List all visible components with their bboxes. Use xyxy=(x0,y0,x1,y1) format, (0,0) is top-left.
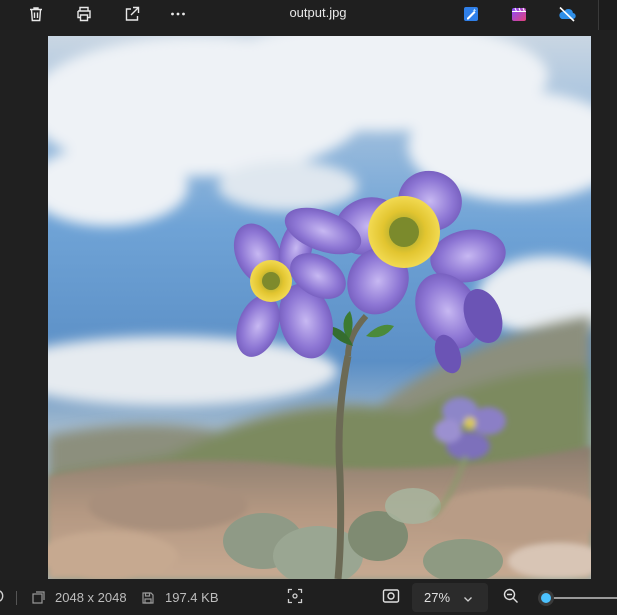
clipchamp-icon xyxy=(510,5,528,23)
file-size: 197.4 KB xyxy=(165,590,219,605)
window-edge xyxy=(598,0,617,30)
status-divider xyxy=(16,580,17,615)
more-options-icon xyxy=(169,5,187,23)
zoom-out-button[interactable] xyxy=(501,580,521,615)
onedrive-button[interactable] xyxy=(553,2,581,26)
file-title: output.jpg xyxy=(289,5,347,20)
zoom-out-icon xyxy=(503,588,519,607)
fit-to-window-icon xyxy=(287,588,303,607)
edit-image-icon xyxy=(462,5,480,23)
image-dimensions: 2048 x 2048 xyxy=(55,590,127,605)
fit-to-window-button[interactable] xyxy=(284,580,306,615)
zoom-slider-thumb[interactable] xyxy=(538,590,554,606)
print-button[interactable] xyxy=(70,2,98,26)
actual-size-icon xyxy=(382,588,400,607)
print-icon xyxy=(75,5,93,23)
image-viewer[interactable] xyxy=(0,30,617,580)
edit-image-button[interactable] xyxy=(457,2,485,26)
actual-size-button[interactable] xyxy=(380,580,402,615)
zoom-dropdown[interactable]: 27% xyxy=(412,583,488,612)
dimensions-icon xyxy=(31,580,46,615)
onedrive-icon xyxy=(557,5,577,23)
more-options-button[interactable] xyxy=(164,2,192,26)
share-icon xyxy=(123,5,141,23)
delete-icon xyxy=(27,5,45,23)
zoom-level: 27% xyxy=(424,590,451,605)
chevron-down-icon xyxy=(463,592,473,607)
status-bar: 2048 x 2048 197.4 KB 27% xyxy=(0,580,617,615)
filmstrip-toggle[interactable] xyxy=(0,580,8,615)
save-icon xyxy=(141,580,155,615)
top-toolbar: output.jpg xyxy=(0,0,617,30)
photo xyxy=(48,36,591,579)
filmstrip-icon xyxy=(0,589,6,606)
delete-button[interactable] xyxy=(22,2,50,26)
share-button[interactable] xyxy=(118,2,146,26)
clipchamp-button[interactable] xyxy=(505,2,533,26)
zoom-slider-track[interactable] xyxy=(546,597,617,599)
